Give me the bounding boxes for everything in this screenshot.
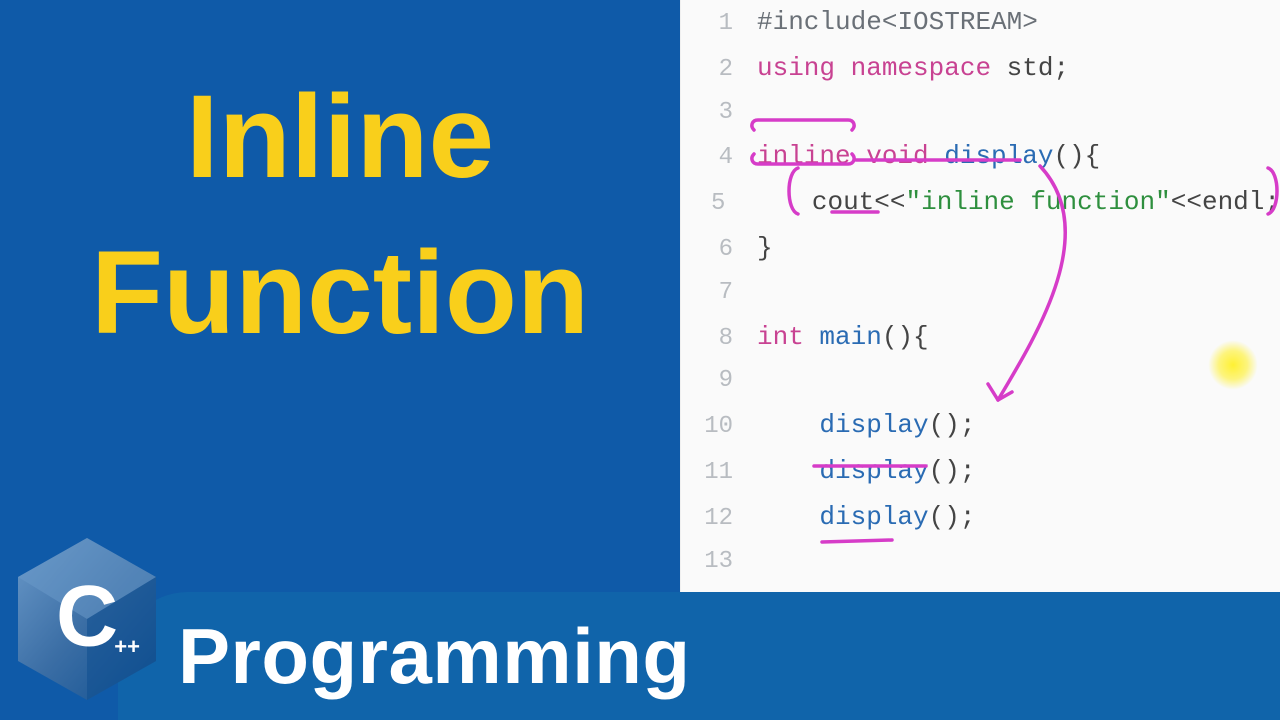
code-token: >: [1022, 7, 1038, 37]
line-number: 5: [695, 187, 725, 222]
code-token: (){: [1053, 141, 1100, 171]
code-content: cout<<"inline function"<<endl;: [749, 184, 1280, 222]
cpp-logo-plus: ++: [114, 634, 140, 660]
code-token: ;: [1053, 53, 1069, 83]
code-token: display: [944, 141, 1053, 171]
code-token: [757, 410, 819, 440]
code-line: 1 #include<IOSTREAM>: [681, 0, 1280, 46]
code-line: 5 cout<<"inline function"<<endl;: [681, 180, 1280, 226]
code-content: display();: [757, 407, 975, 445]
code-line: 2 using namespace std;: [681, 46, 1280, 92]
code-token: [749, 187, 811, 217]
code-token: display: [819, 410, 928, 440]
code-line: 7: [681, 272, 1280, 315]
code-token: main: [819, 322, 881, 352]
code-token: "inline function": [906, 187, 1171, 217]
cpp-logo-letter: C: [56, 568, 118, 667]
line-number: 1: [695, 7, 733, 42]
code-line: 13: [681, 541, 1280, 584]
code-line: 10 display();: [681, 403, 1280, 449]
title-line-1: Inline: [186, 71, 494, 203]
thumbnail-stage: Inline Function 1#include<IOSTREAM>2usin…: [0, 0, 1280, 720]
code-token: #include: [757, 7, 882, 37]
line-number: 12: [695, 502, 733, 537]
line-number: 10: [695, 410, 733, 445]
line-number: 2: [695, 53, 733, 88]
banner-text: Programming: [178, 611, 691, 702]
code-content: inline void display(){: [757, 138, 1100, 176]
code-token: ();: [929, 410, 976, 440]
line-number: 8: [695, 322, 733, 357]
code-token: std: [1007, 53, 1054, 83]
code-line: 6}: [681, 226, 1280, 272]
code-line: 3: [681, 92, 1280, 135]
code-token: ();: [929, 502, 976, 532]
code-line: 12 display();: [681, 495, 1280, 541]
code-token: namespace: [851, 53, 1007, 83]
code-editor-pane: 1#include<IOSTREAM>2using namespace std;…: [680, 0, 1280, 592]
code-content: }: [757, 230, 773, 268]
line-number: 7: [695, 276, 733, 311]
line-number: 13: [695, 545, 733, 580]
code-line: 4 inline void display(){: [681, 134, 1280, 180]
code-line: 14 return 0;: [681, 583, 1280, 592]
code-content: #include<IOSTREAM>: [757, 4, 1038, 42]
main-title: Inline Function: [91, 70, 589, 361]
line-number: 3: [695, 96, 733, 131]
code-token: void: [866, 141, 944, 171]
code-token: [757, 456, 819, 486]
code-token: using: [757, 53, 851, 83]
code-token: ;: [1264, 187, 1280, 217]
code-content: int main(){: [757, 319, 929, 357]
code-line: 8 int main(){: [681, 315, 1280, 361]
code-content: using namespace std;: [757, 50, 1069, 88]
code-content: display();: [757, 453, 975, 491]
code-token: <: [882, 7, 898, 37]
code-token: ();: [929, 456, 976, 486]
code-token: cout: [812, 187, 874, 217]
code-token: <<: [1171, 187, 1202, 217]
code-line: 11 display();: [681, 449, 1280, 495]
code-token: endl: [1202, 187, 1264, 217]
bottom-banner: Programming: [118, 592, 1280, 720]
line-number: 6: [695, 233, 733, 268]
code-token: IOSTREAM: [897, 7, 1022, 37]
code-content: display();: [757, 499, 975, 537]
cpp-logo: C ++: [12, 534, 162, 704]
title-line-2: Function: [91, 226, 589, 362]
code-token: <<: [874, 187, 905, 217]
cpp-logo-hexagon: C ++: [12, 534, 162, 704]
code-token: display: [819, 502, 928, 532]
code-token: display: [819, 456, 928, 486]
code-token: (){: [882, 322, 929, 352]
code-token: int: [757, 322, 819, 352]
line-number: 4: [695, 141, 733, 176]
code-token: inline: [757, 141, 866, 171]
line-number: 11: [695, 456, 733, 491]
code-line: 9: [681, 360, 1280, 403]
line-number: 9: [695, 364, 733, 399]
code-token: }: [757, 233, 773, 263]
code-token: [757, 502, 819, 532]
